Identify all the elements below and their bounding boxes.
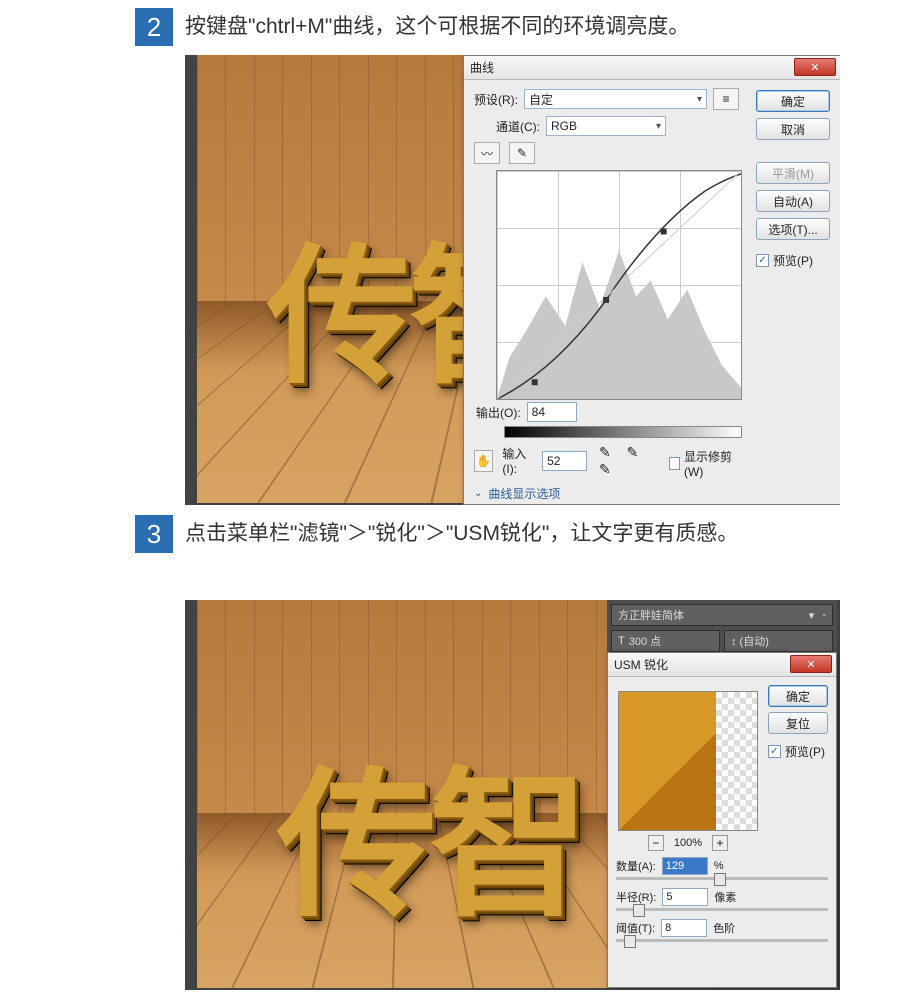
usm-reset-button[interactable]: 复位	[768, 712, 828, 734]
figure-1: 传智 曲线 ✕ 预设(R): 自定 ≡ 通道(C): RGB 〰 ✎	[185, 55, 840, 505]
font-family-select[interactable]: 方正胖娃简体▾-	[611, 604, 833, 626]
preset-label: 预设(R):	[474, 91, 518, 108]
amount-label: 数量(A):	[616, 858, 656, 874]
threshold-label: 阈值(T):	[616, 920, 655, 936]
preview-checkbox[interactable]: ✓预览(P)	[756, 252, 830, 269]
cancel-button[interactable]: 取消	[756, 118, 830, 140]
usm-dialog: USM 锐化 ✕ − 100% + 确定 复位 ✓预览(P) 数量(A): 12…	[607, 652, 837, 988]
curves-title: 曲线	[470, 59, 494, 76]
artwork-text-2: 传智	[277, 716, 581, 948]
ok-button[interactable]: 确定	[756, 90, 830, 112]
usm-ok-button[interactable]: 确定	[768, 685, 828, 707]
display-options-toggle[interactable]: 曲线显示选项	[488, 485, 560, 502]
amount-input[interactable]: 129	[662, 857, 708, 875]
eyedropper-icons[interactable]: ✎ ✎ ✎	[599, 444, 663, 478]
step-3-header: 3 点击菜单栏"滤镜"＞"锐化"＞"USM锐化"，让文字更有质感。	[135, 515, 855, 553]
threshold-input[interactable]: 8	[661, 919, 707, 937]
pencil-tool-icon[interactable]: ✎	[509, 142, 535, 164]
disclosure-icon[interactable]: ⌄	[474, 488, 482, 499]
zoom-in-button[interactable]: +	[712, 835, 728, 851]
curve-tool-icon[interactable]: 〰	[474, 142, 500, 164]
output-label: 输出(O):	[476, 404, 521, 421]
output-value[interactable]: 84	[527, 402, 577, 422]
options-button[interactable]: 选项(T)...	[756, 218, 830, 240]
preset-menu-icon[interactable]: ≡	[713, 88, 739, 110]
usm-preview-checkbox[interactable]: ✓预览(P)	[768, 743, 828, 760]
font-size-select[interactable]: T 300 点	[611, 630, 720, 652]
curves-dialog: 曲线 ✕ 预设(R): 自定 ≡ 通道(C): RGB 〰 ✎	[463, 55, 840, 505]
preset-select[interactable]: 自定	[524, 89, 707, 109]
leading-select[interactable]: ↕ (自动)	[724, 630, 833, 652]
curves-titlebar[interactable]: 曲线 ✕	[464, 56, 840, 80]
step-2-text: 按键盘"chtrl+M"曲线，这个可根据不同的环境调亮度。	[185, 8, 689, 44]
step-3-text: 点击菜单栏"滤镜"＞"锐化"＞"USM锐化"，让文字更有质感。	[185, 515, 738, 551]
input-value[interactable]: 52	[542, 451, 587, 471]
radius-input[interactable]: 5	[662, 888, 708, 906]
curve-line	[497, 171, 741, 399]
channel-select[interactable]: RGB	[546, 116, 666, 136]
canvas-preview-2: 传智	[197, 600, 607, 988]
radius-label: 半径(R):	[616, 889, 656, 905]
zoom-value: 100%	[674, 837, 702, 849]
step-2-header: 2 按键盘"chtrl+M"曲线，这个可根据不同的环境调亮度。	[135, 8, 689, 46]
usm-titlebar[interactable]: USM 锐化 ✕	[608, 653, 836, 677]
auto-button[interactable]: 自动(A)	[756, 190, 830, 212]
usm-title: USM 锐化	[614, 656, 668, 673]
close-icon[interactable]: ✕	[790, 655, 832, 673]
curve-graph[interactable]	[496, 170, 742, 400]
usm-preview[interactable]	[618, 691, 758, 831]
step-2-badge: 2	[135, 8, 173, 46]
zoom-out-button[interactable]: −	[648, 835, 664, 851]
hand-tool-icon[interactable]: ✋	[474, 450, 493, 472]
amount-slider[interactable]	[616, 877, 828, 880]
radius-slider[interactable]	[616, 908, 828, 911]
channel-label: 通道(C):	[496, 118, 540, 135]
figure-2: 传智 方正胖娃简体▾- T 300 点 ↕ (自动) USM 锐化 ✕ − 10…	[185, 600, 840, 990]
show-clipping-checkbox[interactable]: 显示修剪(W)	[669, 448, 742, 479]
close-icon[interactable]: ✕	[794, 58, 836, 76]
input-label: 输入(I):	[502, 445, 536, 476]
smooth-button: 平滑(M)	[756, 162, 830, 184]
step-3-badge: 3	[135, 515, 173, 553]
threshold-slider[interactable]	[616, 939, 828, 942]
